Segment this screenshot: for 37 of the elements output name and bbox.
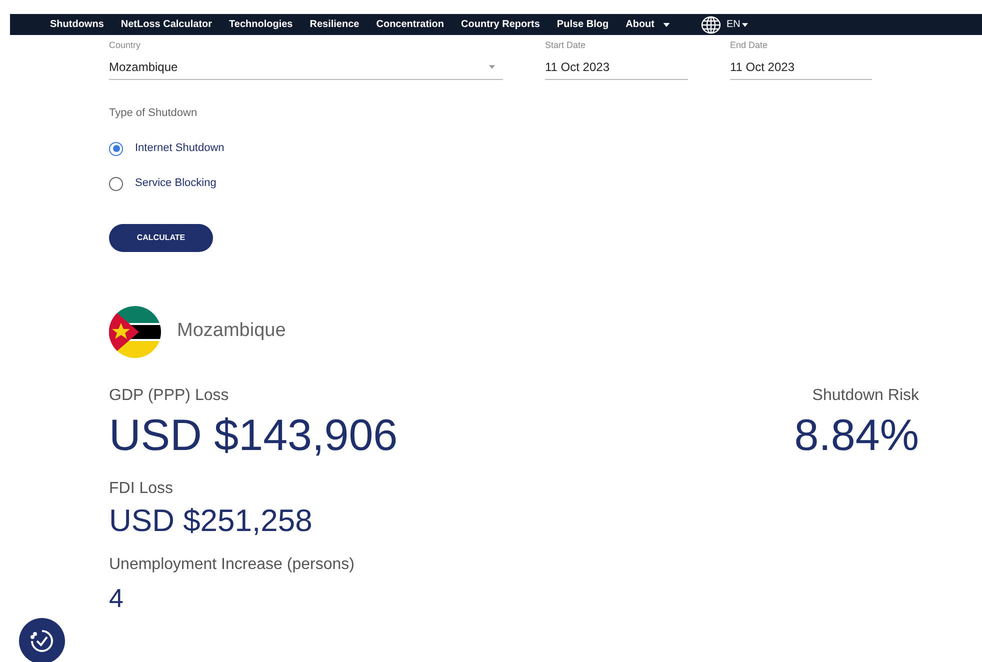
- field-label: Country: [109, 39, 142, 51]
- metric-value: USD $143,906: [109, 410, 398, 462]
- metric-label: Shutdown Risk: [812, 386, 919, 406]
- nav-link[interactable]: Shutdowns: [50, 17, 104, 32]
- nav-link[interactable]: NetLoss Calculator: [120, 17, 212, 32]
- country-select[interactable]: Mozambique: [109, 54, 503, 80]
- caret-icon: [489, 64, 495, 68]
- metric-label: FDI Loss: [109, 478, 174, 498]
- radio-label: Internet Shutdown: [135, 141, 224, 156]
- country-name: Mozambique: [177, 319, 286, 344]
- radio-button[interactable]: [109, 142, 123, 156]
- date-field[interactable]: 11 Oct 2023: [545, 54, 688, 80]
- field-label: Start Date: [545, 39, 587, 51]
- globe-icon[interactable]: [700, 16, 720, 34]
- nav-link[interactable]: Resilience: [310, 17, 360, 32]
- caret-icon: [742, 22, 748, 26]
- nav-link[interactable]: Technologies: [229, 17, 293, 32]
- metric-value: USD $251,258: [109, 502, 312, 540]
- nav-link[interactable]: About: [626, 17, 670, 32]
- clock-check-icon: [29, 628, 55, 654]
- flag-icon: [109, 306, 161, 358]
- language-selector[interactable]: EN: [726, 17, 748, 32]
- calculate-button[interactable]: CALCULATE: [109, 224, 213, 252]
- date-field[interactable]: 11 Oct 2023: [730, 54, 872, 80]
- caret-icon: [662, 22, 670, 26]
- radio-button[interactable]: [109, 176, 123, 190]
- nav-link[interactable]: Concentration: [376, 17, 444, 32]
- nav-link[interactable]: Pulse Blog: [556, 17, 609, 32]
- field-label: End Date: [730, 39, 769, 51]
- metric-label: Unemployment Increase (persons): [109, 554, 354, 574]
- nav-link[interactable]: Country Reports: [461, 17, 540, 32]
- radio-label: Service Blocking: [135, 176, 216, 192]
- field-label: Type of Shutdown: [109, 106, 198, 121]
- metric-value: 8.84%: [794, 410, 919, 462]
- metric-label: GDP (PPP) Loss: [109, 386, 230, 406]
- metric-value: 4: [109, 582, 124, 614]
- feedback-button[interactable]: [19, 618, 65, 662]
